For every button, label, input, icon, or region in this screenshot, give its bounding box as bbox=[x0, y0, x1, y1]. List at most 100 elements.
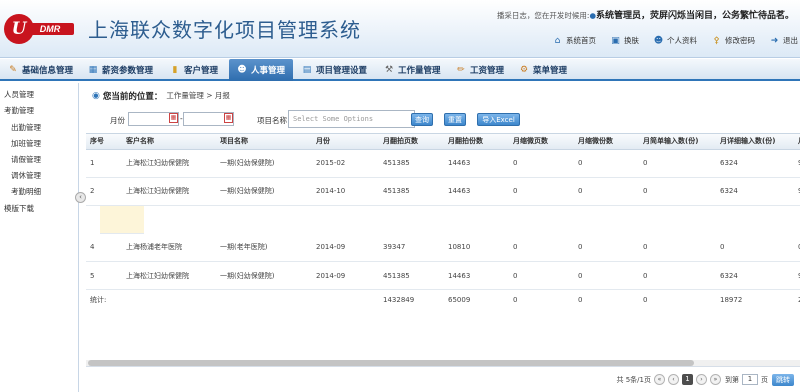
table-cell: 451385 bbox=[379, 177, 444, 206]
column-header[interactable]: 月翻拍页数 bbox=[379, 134, 444, 150]
sidebar-item-compensatory[interactable]: 调休管理 bbox=[11, 170, 41, 181]
menu-item-salary-params[interactable]: ▦ 薪资参数管理 bbox=[88, 59, 153, 81]
goto-page-input[interactable]: 1 bbox=[742, 374, 758, 385]
logo-text: DMR bbox=[26, 23, 74, 35]
menu-item-customer[interactable]: ▮ 客户管理 bbox=[170, 59, 219, 81]
page-summary: 共 5条/1页 bbox=[616, 375, 652, 384]
sidebar-item-attendance[interactable]: 考勤管理 bbox=[4, 105, 34, 116]
project-label: 项目名称 bbox=[257, 116, 287, 125]
tools-icon: ⚒ bbox=[384, 65, 394, 75]
table-cell: 0 bbox=[716, 233, 794, 262]
total-cell: 1432849 bbox=[383, 295, 415, 304]
table-row[interactable]: 3上海杨浦老年医院一期(老年医院)2014-10393471081000000 bbox=[100, 205, 144, 234]
column-header[interactable]: 月缩微份数 bbox=[574, 134, 639, 150]
search-button[interactable]: 查询 bbox=[411, 113, 433, 126]
header-links: ⌂ 系统首页 ▣ 换肤 ☻ 个人资料 ⚴ 修改密码 ➜ 退出 bbox=[538, 35, 798, 46]
reset-button[interactable]: 重置 bbox=[444, 113, 466, 126]
welcome-prefix: 播采日志，您在开发时候用: bbox=[496, 11, 590, 20]
breadcrumb-label: 您当前的位置： bbox=[102, 91, 163, 102]
menu-label: 薪资参数管理 bbox=[102, 66, 154, 76]
logout-icon: ➜ bbox=[770, 35, 779, 46]
total-cell: 0 bbox=[578, 295, 583, 304]
export-button[interactable]: 导入Excel bbox=[477, 113, 520, 126]
table-cell: 0 bbox=[509, 261, 574, 290]
current-page[interactable]: 1 bbox=[682, 374, 693, 385]
menu-item-project-settings[interactable]: ▤ 项目管理设置 bbox=[302, 59, 367, 81]
table-cell: 2014-09 bbox=[312, 233, 379, 262]
money-icon: ▦ bbox=[88, 65, 98, 75]
table-cell: 0 bbox=[509, 149, 574, 178]
menu-label: 人事管理 bbox=[251, 66, 286, 76]
column-header[interactable]: 月详细输入数(份) bbox=[716, 134, 794, 150]
menu-label: 菜单管理 bbox=[533, 66, 568, 76]
total-cell: 2 bbox=[794, 290, 800, 310]
menu-item-workload[interactable]: ⚒ 工作量管理 bbox=[384, 59, 441, 81]
column-header[interactable]: 月翻拍份数 bbox=[444, 134, 509, 150]
sidebar-item-attendance-detail[interactable]: 考勤明细 bbox=[11, 186, 41, 197]
column-header[interactable]: 月简单输入数(份) bbox=[639, 134, 716, 150]
month-label: 月份 bbox=[110, 116, 125, 125]
data-grid: 序号 客户名称 项目名称 月份 月翻拍页数 月翻拍份数 月缩微页数 月缩微份数 … bbox=[86, 133, 800, 363]
sidebar-item-personnel[interactable]: 人员管理 bbox=[4, 89, 34, 100]
menu-item-basic-info[interactable]: ✎ 基础信息管理 bbox=[8, 59, 73, 81]
table-header-row: 序号 客户名称 项目名称 月份 月翻拍页数 月翻拍份数 月缩微页数 月缩微份数 … bbox=[86, 134, 800, 150]
main-content: ◉ 您当前的位置： 工作量管理 > 月报 月份 ▦ - ▦ 项目名称 Selec… bbox=[86, 83, 800, 392]
table-cell: 2014-09 bbox=[312, 261, 379, 290]
column-header[interactable]: 客户名称 bbox=[122, 134, 216, 150]
last-page-icon[interactable]: » bbox=[710, 374, 721, 385]
table-body: 1 上海松江妇幼保健院 一期(妇幼保健院) 2015-02 451385 14463 0 0 0… bbox=[86, 149, 800, 310]
table-cell: 6324 bbox=[716, 177, 794, 206]
menu-item-wage[interactable]: ✏ 工资管理 bbox=[456, 59, 504, 81]
table-row[interactable]: 2 上海松江妇幼保健院 一期(妇幼保健院) 2014-10 451385 14463 0 0 0… bbox=[86, 177, 800, 206]
table-row[interactable]: 1 上海松江妇幼保健院 一期(妇幼保健院) 2015-02 451385 14463 0 0 0… bbox=[86, 149, 800, 178]
table-cell: 0 bbox=[509, 233, 574, 262]
switch-skin-link[interactable]: ▣ 换肤 bbox=[610, 35, 639, 46]
home-link[interactable]: ⌂ 系统首页 bbox=[552, 35, 596, 46]
total-row: 统计: 1432849 65009 0 0 0 18972 2 bbox=[86, 290, 800, 310]
table-cell: 2014-10 bbox=[312, 177, 379, 206]
column-header[interactable]: 月缩微页数 bbox=[509, 134, 574, 150]
sidebar-item-template-download[interactable]: 模版下载 bbox=[4, 203, 34, 214]
column-header[interactable]: 月份 bbox=[312, 134, 379, 150]
column-header[interactable]: 序号 bbox=[86, 134, 122, 150]
go-button[interactable]: 跳转 bbox=[772, 373, 794, 386]
profile-label: 个人资料 bbox=[667, 36, 697, 45]
goto-label: 到第 bbox=[725, 375, 739, 384]
user-icon: ☻ bbox=[653, 35, 664, 46]
first-page-icon[interactable]: « bbox=[654, 374, 665, 385]
menu-label: 基础信息管理 bbox=[22, 66, 74, 76]
change-password-link[interactable]: ⚴ 修改密码 bbox=[711, 35, 755, 46]
home-label: 系统首页 bbox=[566, 36, 596, 45]
table-cell: 1 bbox=[86, 149, 122, 178]
table-cell: 0 bbox=[140, 205, 144, 234]
menu-item-menu[interactable]: ⚙ 菜单管理 bbox=[519, 59, 567, 81]
logout-link[interactable]: ➜ 退出 bbox=[769, 35, 798, 46]
column-header[interactable]: 项目名称 bbox=[216, 134, 312, 150]
pencil-icon: ✏ bbox=[457, 65, 465, 75]
project-select[interactable]: Select Some Options bbox=[288, 110, 415, 128]
table-cell: 一期(老年医院) bbox=[216, 233, 312, 262]
column-header[interactable]: 月 bbox=[794, 134, 800, 150]
table-cell: 6324 bbox=[716, 149, 794, 178]
calendar-icon[interactable]: ▦ bbox=[169, 113, 178, 123]
table-cell: 0 bbox=[509, 177, 574, 206]
calendar-icon[interactable]: ▦ bbox=[224, 113, 233, 123]
monthly-report-table: 序号 客户名称 项目名称 月份 月翻拍页数 月翻拍份数 月缩微页数 月缩微份数 … bbox=[86, 134, 800, 310]
table-row[interactable]: 5 上海松江妇幼保健院 一期(妇幼保健院) 2014-09 451385 14463 0 0 0… bbox=[86, 261, 800, 290]
table-cell: 0 bbox=[574, 177, 639, 206]
sidebar-item-checkin[interactable]: 出勤管理 bbox=[11, 122, 41, 133]
table-row[interactable]: 4上海杨浦老年医院一期(老年医院)2014-09393471081000000 bbox=[86, 233, 800, 262]
menu-label: 工作量管理 bbox=[398, 66, 441, 76]
profile-link[interactable]: ☻ 个人资料 bbox=[653, 35, 697, 46]
sidebar-collapse-button[interactable]: ‹ bbox=[75, 192, 86, 203]
switch-icon: ▣ bbox=[611, 35, 620, 46]
page-unit: 页 bbox=[761, 375, 768, 384]
gear-icon: ⚙ bbox=[519, 65, 529, 75]
sidebar-item-leave[interactable]: 请假管理 bbox=[11, 154, 41, 165]
table-cell: 0 bbox=[639, 233, 716, 262]
sidebar-item-overtime[interactable]: 加班管理 bbox=[11, 138, 41, 149]
prev-page-icon[interactable]: ‹ bbox=[668, 374, 679, 385]
main-menu: ✎ 基础信息管理 ▦ 薪资参数管理 ▮ 客户管理 ☻ 人事管理 ▤ 项目管理设置 ⚒ 工作量… bbox=[0, 59, 800, 81]
menu-item-hr[interactable]: ☻ 人事管理 bbox=[229, 59, 294, 81]
next-page-icon[interactable]: › bbox=[696, 374, 707, 385]
